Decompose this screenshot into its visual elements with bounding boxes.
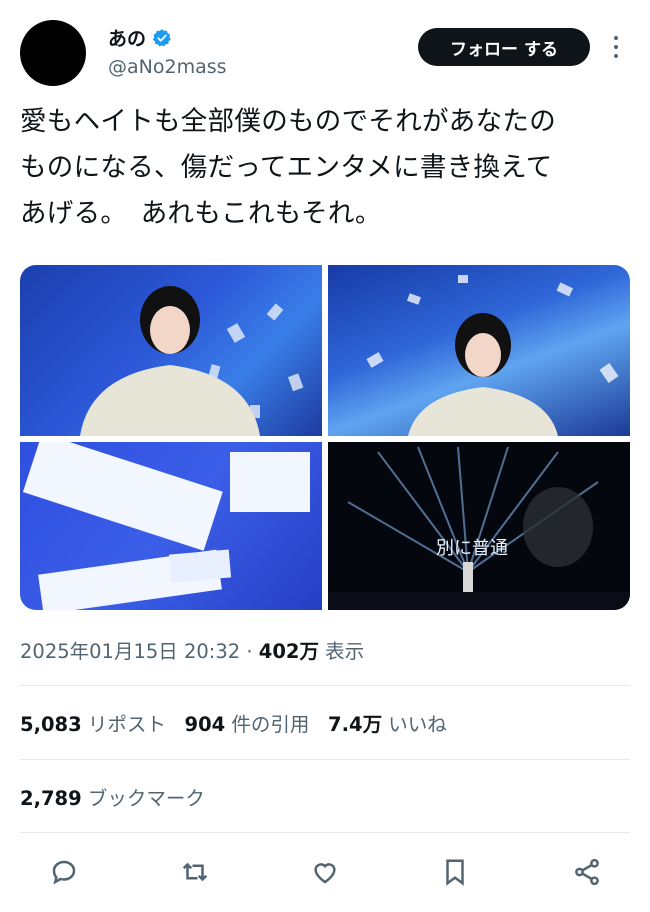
- bookmark-stats: 2,789 ブックマーク: [20, 782, 205, 811]
- avatar[interactable]: [20, 20, 86, 86]
- author-name-row[interactable]: あの: [108, 24, 172, 51]
- photo-4-overlay-text: 別に普通: [436, 538, 508, 559]
- share-icon[interactable]: [565, 850, 609, 894]
- tweet-datetime[interactable]: 2025年01月15日 20:32: [20, 640, 240, 663]
- photo-2-art: [366, 275, 619, 436]
- divider-2: [20, 759, 630, 760]
- meta-separator: ·: [240, 640, 259, 663]
- author-handle[interactable]: @aNo2mass: [108, 56, 227, 78]
- reply-icon[interactable]: [42, 850, 86, 894]
- author-name[interactable]: あの: [108, 24, 146, 51]
- bookmark-icon[interactable]: [433, 850, 477, 894]
- photo-2[interactable]: [328, 265, 630, 436]
- tweet-text-line-1: 愛もヘイトも全部僕のものでそれがあなたの: [20, 106, 556, 137]
- photo-1[interactable]: [20, 265, 322, 436]
- like-icon[interactable]: [303, 850, 347, 894]
- reposts-label[interactable]: リポスト: [82, 713, 166, 736]
- bookmarks-count: 2,789: [20, 787, 82, 810]
- quotes-label[interactable]: 件の引用: [225, 713, 309, 736]
- bookmarks-label: ブックマーク: [81, 787, 205, 810]
- photo-4[interactable]: 別に普通: [328, 442, 630, 610]
- tweet-meta: 2025年01月15日 20:32 · 402万 表示: [20, 635, 364, 664]
- reposts-count[interactable]: 5,083: [20, 713, 82, 736]
- likes-count[interactable]: 7.4万: [328, 713, 382, 736]
- more-options-icon[interactable]: [610, 36, 622, 58]
- views-count: 402万: [258, 640, 319, 663]
- tweet-stats: 5,083 リポスト 904 件の引用 7.4万 いいね: [20, 708, 447, 737]
- photo-4-art: [328, 446, 630, 610]
- photo-1-art: [80, 286, 304, 436]
- divider-1: [20, 685, 630, 686]
- follow-button[interactable]: フォロー する: [418, 28, 590, 66]
- likes-label[interactable]: いいね: [382, 713, 447, 736]
- verified-badge-icon: [152, 28, 171, 46]
- tweet-text-line-3: あげる。 あれもこれもそれ。: [20, 198, 382, 229]
- tweet-text-line-2: ものになる、傷だってエンタメに書き換えて: [20, 152, 553, 183]
- photo-3-art: [22, 442, 310, 610]
- photo-3[interactable]: [20, 442, 322, 610]
- quotes-count[interactable]: 904: [185, 713, 226, 736]
- action-bar: [20, 850, 630, 894]
- views-label: 表示: [318, 640, 365, 663]
- divider-3: [20, 832, 630, 833]
- repost-icon[interactable]: [173, 850, 217, 894]
- media-grid: 別に普通: [20, 265, 630, 610]
